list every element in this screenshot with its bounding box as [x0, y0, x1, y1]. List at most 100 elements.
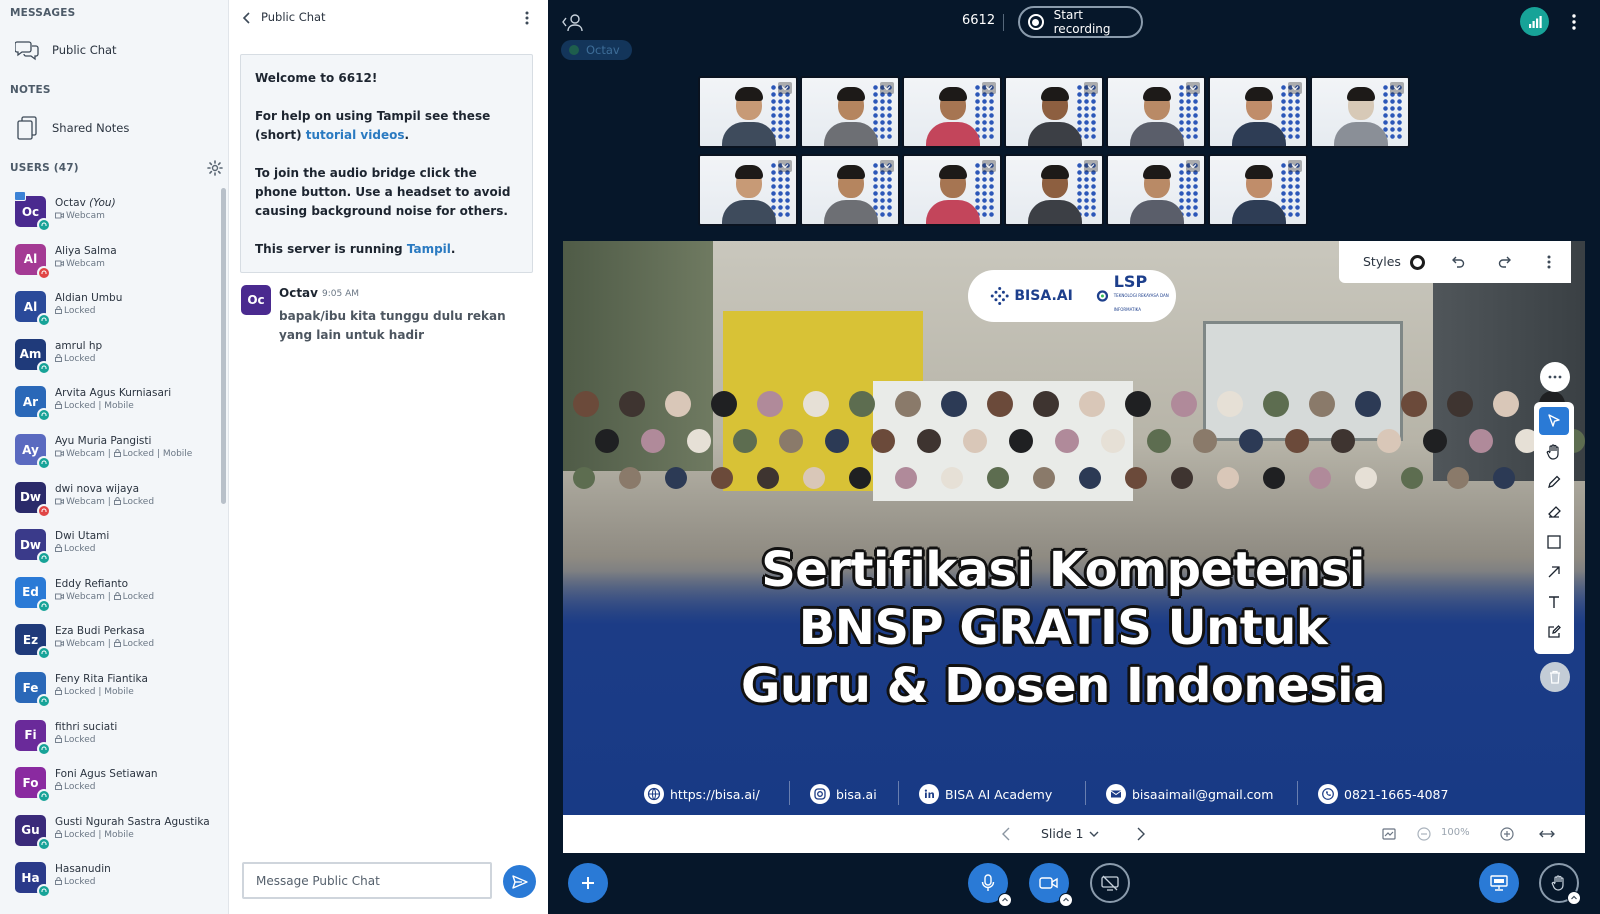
webcam-button[interactable] — [1029, 863, 1073, 907]
presentation-slide[interactable]: BISA.AI LSP TEKNOLOGI REKAYASA DAN INFORM… — [563, 241, 1585, 815]
user-list-item[interactable]: Al Aldian Umbu Locked — [0, 285, 218, 333]
user-list-item[interactable]: Ha Hasanudin Locked — [0, 856, 218, 904]
chevron-down-icon[interactable] — [1086, 826, 1102, 842]
webcam-person-hair — [1245, 165, 1273, 179]
next-slide-icon[interactable] — [1132, 826, 1148, 842]
webcam-tile[interactable] — [1004, 76, 1104, 148]
chevron-down-icon[interactable] — [778, 82, 792, 94]
webcam-tile[interactable] — [1208, 154, 1308, 226]
headset-icon — [37, 741, 51, 756]
user-list-item[interactable]: Al Aliya Salma Webcam — [0, 238, 218, 286]
user-list-item[interactable]: Am amrul hp Locked — [0, 333, 218, 381]
more-tools-button[interactable] — [1540, 362, 1570, 392]
actions-button[interactable] — [568, 863, 608, 903]
chevron-down-icon[interactable] — [1390, 82, 1404, 94]
gear-icon[interactable] — [207, 160, 223, 176]
pencil-tool[interactable] — [1539, 468, 1569, 496]
webcam-tile[interactable] — [1310, 76, 1410, 148]
user-list-item[interactable]: Gu Gusti Ngurah Sastra Agustika Locked | … — [0, 809, 218, 857]
user-list-item[interactable]: Dw Dwi Utami Locked — [0, 523, 218, 571]
chevron-down-icon[interactable] — [1186, 160, 1200, 172]
contact-web-text: https://bisa.ai/ — [670, 786, 760, 802]
note-tool[interactable] — [1539, 618, 1569, 646]
chevron-down-icon[interactable] — [1186, 82, 1200, 94]
webcam-tile[interactable] — [800, 154, 900, 226]
arrow-tool[interactable] — [1539, 558, 1569, 586]
webcam-tile[interactable] — [902, 76, 1002, 148]
chevron-down-icon[interactable] — [880, 160, 894, 172]
avatar: Fe — [15, 672, 51, 708]
user-list-item[interactable]: Fo Foni Agus Setiawan Locked — [0, 761, 218, 809]
text-tool[interactable] — [1539, 588, 1569, 616]
webcam-tile[interactable] — [698, 76, 798, 148]
webcam-tile[interactable] — [902, 154, 1002, 226]
tutorial-videos-link[interactable]: tutorial videos — [306, 128, 405, 142]
undo-icon[interactable] — [1450, 254, 1466, 270]
talking-indicator[interactable]: Octav — [561, 40, 632, 60]
webcam-tile[interactable] — [1208, 76, 1308, 148]
chevron-down-icon[interactable] — [1084, 160, 1098, 172]
user-list-item[interactable]: Dw dwi nova wijaya Webcam | Locked — [0, 476, 218, 524]
tampil-link[interactable]: Tampil — [407, 242, 451, 256]
chevron-left-icon[interactable] — [239, 10, 255, 26]
sidebar-item-shared-notes[interactable]: Shared Notes — [14, 110, 214, 146]
whiteboard-options-icon[interactable] — [1541, 254, 1557, 270]
headset-icon — [37, 836, 51, 851]
user-list-item[interactable]: Oc Octav (You) Webcam — [0, 190, 218, 238]
microphone-button[interactable] — [968, 863, 1012, 907]
raise-hand-button[interactable] — [1539, 863, 1581, 905]
sidebar-item-public-chat[interactable]: Public Chat — [14, 32, 214, 68]
chevron-up-icon[interactable] — [1059, 893, 1073, 907]
zoom-in-icon[interactable] — [1499, 826, 1515, 842]
message-text: bapak/ibu kita tunggu dulu rekan yang la… — [279, 309, 506, 342]
toggle-user-list-icon[interactable] — [561, 12, 583, 32]
webcam-tile[interactable] — [1106, 154, 1206, 226]
chevron-down-icon[interactable] — [880, 82, 894, 94]
whiteboard-icon[interactable] — [1381, 826, 1397, 842]
redo-icon[interactable] — [1497, 254, 1513, 270]
user-list-scrollbar[interactable] — [221, 188, 226, 504]
more-options-icon[interactable] — [1566, 12, 1582, 32]
start-recording-button[interactable]: Start recording — [1018, 6, 1143, 38]
slide-selector[interactable]: Slide 1 — [1041, 826, 1083, 841]
contact-instagram-text: bisa.ai — [836, 786, 877, 802]
user-list-item[interactable]: Fe Feny Rita Fiantika Locked | Mobile — [0, 666, 218, 714]
user-list-item[interactable]: Ez Eza Budi Perkasa Webcam | Locked — [0, 618, 218, 666]
headset-icon — [37, 789, 51, 804]
chevron-up-icon[interactable] — [998, 893, 1012, 907]
select-tool[interactable] — [1539, 407, 1569, 435]
message-input[interactable]: Message Public Chat — [242, 862, 492, 899]
user-list-item[interactable]: Ay Ayu Muria Pangisti Webcam | Locked | M… — [0, 428, 218, 476]
chevron-down-icon[interactable] — [778, 160, 792, 172]
style-color-icon[interactable] — [1410, 255, 1425, 270]
chevron-down-icon[interactable] — [1288, 82, 1302, 94]
rectangle-tool[interactable] — [1539, 528, 1569, 556]
presentation-button[interactable] — [1479, 863, 1519, 903]
delete-button[interactable] — [1540, 662, 1570, 692]
webcam-tile[interactable] — [800, 76, 900, 148]
chevron-up-icon[interactable] — [1567, 891, 1581, 905]
styles-label[interactable]: Styles — [1363, 254, 1401, 269]
contact-linkedin-text: BISA AI Academy — [945, 786, 1053, 802]
user-list-item[interactable]: Ar Arvita Agus Kurniasari Locked | Mobile — [0, 380, 218, 428]
chevron-down-icon[interactable] — [1084, 82, 1098, 94]
connection-status-button[interactable] — [1520, 7, 1549, 36]
chevron-down-icon[interactable] — [982, 82, 996, 94]
screen-share-button[interactable] — [1090, 863, 1130, 903]
chat-options-icon[interactable] — [519, 10, 535, 26]
user-name: amrul hp — [55, 339, 103, 352]
zoom-out-icon[interactable] — [1416, 826, 1432, 842]
chevron-down-icon[interactable] — [1288, 160, 1302, 172]
chevron-down-icon[interactable] — [982, 160, 996, 172]
webcam-tile[interactable] — [1106, 76, 1206, 148]
webcam-tile[interactable] — [698, 154, 798, 226]
eraser-tool[interactable] — [1539, 498, 1569, 526]
user-list-item[interactable]: Ed Eddy Refianto Webcam | Locked — [0, 571, 218, 619]
user-list-item[interactable]: Fi fithri suciati Locked — [0, 714, 218, 762]
pan-tool[interactable] — [1539, 438, 1569, 466]
previous-slide-icon[interactable] — [999, 826, 1015, 842]
webcam-tile[interactable] — [1004, 154, 1104, 226]
fit-width-icon[interactable] — [1538, 826, 1555, 842]
crowd-person — [1469, 429, 1493, 453]
send-button[interactable] — [503, 865, 536, 898]
